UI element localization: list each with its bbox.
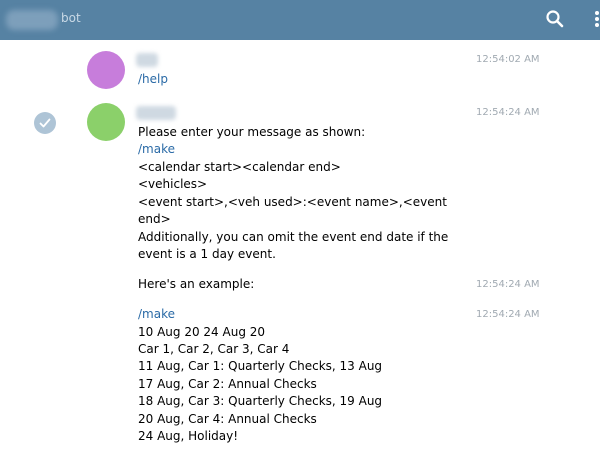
message-timestamp: 12:54:24 AM [476, 309, 540, 320]
avatar[interactable] [87, 51, 125, 89]
message-select-check[interactable] [34, 112, 56, 134]
more-vertical-icon[interactable] [578, 8, 600, 30]
message-text-line: <vehicles> [138, 177, 208, 191]
message-timestamp: 12:54:02 AM [476, 54, 540, 65]
message-text-line: end> [138, 212, 171, 226]
search-icon[interactable] [545, 9, 565, 29]
message-text-line: <calendar start><calendar end> [138, 160, 341, 174]
command-link[interactable]: /make [138, 306, 175, 324]
message-text-line: Here's an example: [138, 277, 255, 291]
message-text-line: <event start>,<veh used>:<event name>,<e… [138, 195, 447, 209]
chat-title-redacted [6, 10, 58, 30]
message-text-line: 20 Aug, Car 4: Annual Checks [138, 412, 317, 426]
message-text-line: 11 Aug, Car 1: Quarterly Checks, 13 Aug [138, 359, 383, 373]
message-text-line: Additionally, you can omit the event end… [138, 230, 449, 244]
sender-name-redacted [136, 106, 176, 120]
message-text-line: 24 Aug, Holiday! [138, 429, 239, 443]
message-text-line: 10 Aug 20 24 Aug 20 [138, 325, 266, 339]
command-link[interactable]: /make [138, 141, 175, 159]
command-link[interactable]: /help [138, 71, 168, 89]
message-timestamp: 12:54:24 AM [476, 107, 540, 118]
message-timestamp: 12:54:24 AM [476, 279, 540, 290]
message-text-line: 17 Aug, Car 2: Annual Checks [138, 377, 317, 391]
message-text-line: Please enter your message as shown: [138, 125, 366, 139]
message-text-line: event is a 1 day event. [138, 247, 276, 261]
message-text-line: 18 Aug, Car 3: Quarterly Checks, 19 Aug [138, 394, 383, 408]
message-text-line: Car 1, Car 2, Car 3, Car 4 [138, 342, 290, 356]
chat-header: bot [0, 0, 600, 40]
avatar[interactable] [87, 103, 125, 141]
chat-title[interactable]: bot [61, 11, 81, 25]
sender-name-redacted [136, 53, 158, 67]
